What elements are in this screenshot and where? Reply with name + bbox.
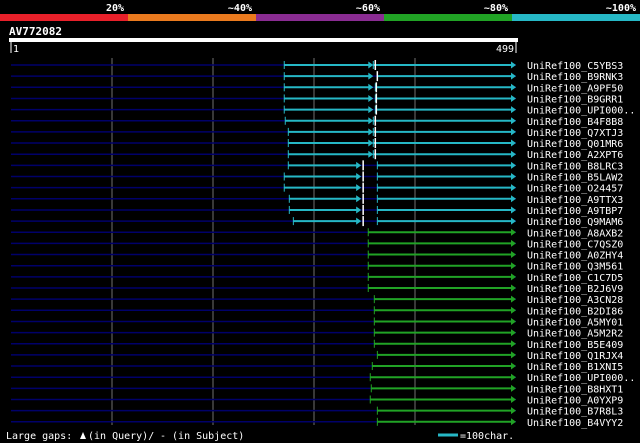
query-name: AV772082 [9, 25, 62, 38]
hit-label[interactable]: UniRef100_Q3M561 [527, 262, 623, 273]
hit-label[interactable]: UniRef100_B5LAW2 [527, 173, 623, 184]
hit-label[interactable]: UniRef100_A0YXP9 [527, 396, 623, 407]
hit-label[interactable]: UniRef100_A5MY01 [527, 317, 623, 328]
hit-label[interactable]: UniRef100_B8HXT1 [527, 384, 623, 395]
hit-label[interactable]: UniRef100_UPI000.. [527, 373, 635, 384]
large-gaps-label: Large gaps: [6, 431, 78, 442]
hit-label[interactable]: UniRef100_A5M2R2 [527, 329, 623, 340]
hit-label[interactable]: UniRef100_B9GRR1 [527, 94, 623, 105]
hit-label[interactable]: UniRef100_A9TTX3 [527, 195, 623, 206]
scale-label: =100char. [460, 431, 514, 442]
hit-label[interactable]: UniRef100_B4VYY2 [527, 418, 623, 429]
legend-segment-1 [0, 14, 129, 21]
legend-label-4: ~80% [484, 3, 508, 14]
blast-alignment-overview: 20% ~40% ~60% ~80% ~100% AV772082 1 499 UniR… [0, 0, 640, 443]
ruler-start-label: 1 [13, 44, 19, 55]
query-ruler [9, 38, 518, 42]
hit-label[interactable]: UniRef100_A0ZHY4 [527, 251, 623, 262]
large-gaps-subject-label: - (in Subject) [160, 431, 244, 442]
hit-label[interactable]: UniRef100_A9PF50 [527, 83, 623, 94]
hit-label[interactable]: UniRef100_B7R8L3 [527, 407, 623, 418]
hit-label[interactable]: UniRef100_O24457 [527, 184, 623, 195]
hit-label[interactable]: UniRef100_C1C7D5 [527, 273, 623, 284]
legend-segment-2 [128, 14, 257, 21]
hit-label[interactable]: UniRef100_B5E409 [527, 340, 623, 351]
hit-label[interactable]: UniRef100_B8LRC3 [527, 161, 623, 172]
hit-label[interactable]: UniRef100_Q7XTJ3 [527, 128, 623, 139]
hit-label[interactable]: UniRef100_UPI000.. [527, 106, 635, 117]
hit-label[interactable]: UniRef100_B2J6V9 [527, 284, 623, 295]
hit-label[interactable]: UniRef100_A8AXB2 [527, 228, 623, 239]
legend-label-3: ~60% [356, 3, 380, 14]
hit-label[interactable]: UniRef100_A3CN28 [527, 295, 623, 306]
legend-label-2: ~40% [228, 3, 252, 14]
legend-segment-3 [256, 14, 385, 21]
legend-label-1: 20% [106, 3, 124, 14]
large-gaps-query-label: (in Query)/ [88, 431, 154, 442]
legend-segment-5 [512, 14, 640, 21]
hit-label[interactable]: UniRef100_B2DI86 [527, 306, 623, 317]
hit-label[interactable]: UniRef100_B9RNK3 [527, 72, 623, 83]
ruler-end-label: 499 [496, 44, 514, 55]
hit-label[interactable]: UniRef100_Q01MR6 [527, 139, 623, 150]
hit-label[interactable]: UniRef100_A9TBP7 [527, 206, 623, 217]
hit-label[interactable]: UniRef100_B4F8B8 [527, 117, 623, 128]
hit-label[interactable]: UniRef100_Q9MAM6 [527, 217, 623, 228]
hit-label[interactable]: UniRef100_A2XPT6 [527, 150, 623, 161]
hit-label[interactable]: UniRef100_Q1RJX4 [527, 351, 623, 362]
hit-label[interactable]: UniRef100_C7QSZ0 [527, 239, 623, 250]
hit-label[interactable]: UniRef100_C5YBS3 [527, 61, 623, 72]
legend-segment-4 [384, 14, 513, 21]
legend-label-5: ~100% [606, 3, 636, 14]
hit-label[interactable]: UniRef100_B1XNI5 [527, 362, 623, 373]
